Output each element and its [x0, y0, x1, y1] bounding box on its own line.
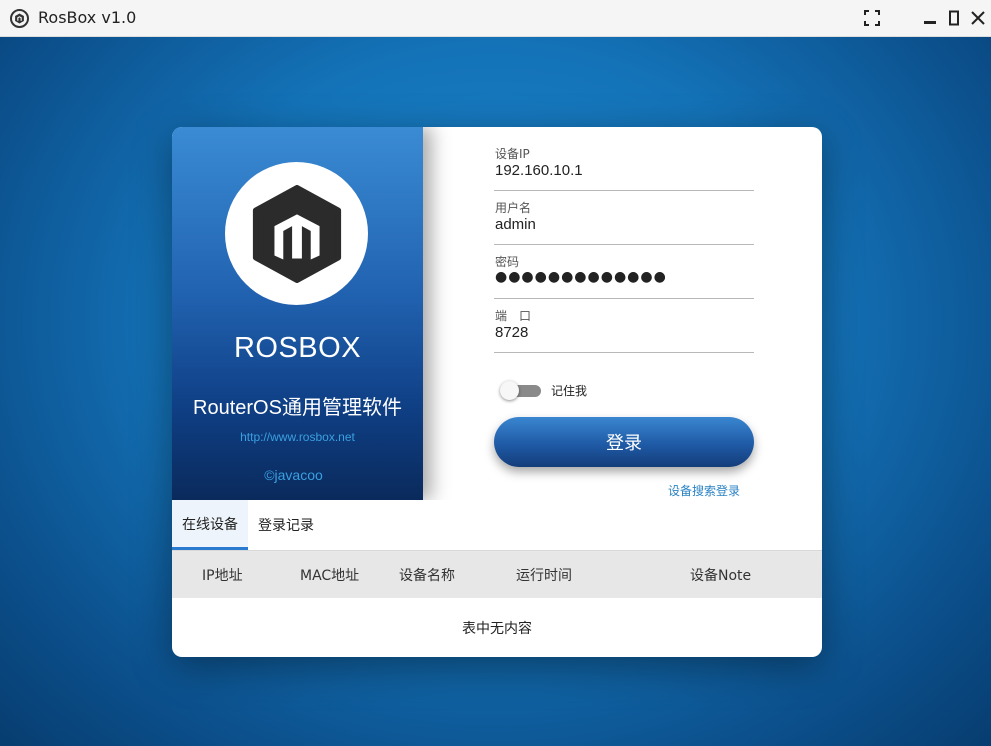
port-field[interactable]: 端 口 8728	[494, 307, 754, 353]
table-header: IP地址 MAC地址 设备名称 运行时间 设备Note	[172, 552, 822, 598]
mikrotik-logo-icon	[225, 162, 368, 305]
fullscreen-icon[interactable]	[862, 8, 882, 28]
brand-subtitle: RouterOS通用管理软件	[193, 397, 402, 419]
password-input[interactable]: ●●●●●●●●●●●●●	[495, 269, 667, 285]
tab-online-devices[interactable]: 在线设备	[172, 500, 248, 550]
brand-panel: ROSBOX RouterOS通用管理软件 http://www.rosbox.…	[172, 127, 423, 500]
password-field[interactable]: 密码 ●●●●●●●●●●●●●	[494, 253, 754, 299]
ip-field[interactable]: 设备IP 192.160.10.1	[494, 145, 754, 191]
column-uptime[interactable]: 运行时间	[516, 552, 572, 598]
ip-input[interactable]: 192.160.10.1	[495, 162, 583, 179]
column-ip[interactable]: IP地址	[202, 552, 243, 598]
brand-title: ROSBOX	[233, 332, 362, 364]
table-empty-message: 表中无内容	[462, 620, 532, 637]
username-field[interactable]: 用户名 admin	[494, 199, 754, 245]
port-input[interactable]: 8728	[495, 324, 528, 341]
author-credit: ©javacoo	[264, 467, 323, 483]
toggle-knob	[500, 381, 519, 400]
remember-label: 记住我	[551, 384, 588, 398]
close-icon[interactable]	[968, 8, 988, 28]
minimize-icon[interactable]	[920, 8, 940, 28]
remember-toggle[interactable]	[500, 381, 541, 400]
username-label: 用户名	[495, 201, 532, 215]
port-label: 端 口	[495, 309, 532, 323]
username-input[interactable]: admin	[495, 216, 536, 233]
window-title: RosBox v1.0	[38, 8, 137, 27]
title-bar: RosBox v1.0	[0, 0, 991, 37]
column-device-name[interactable]: 设备名称	[399, 552, 455, 598]
login-button[interactable]: 登录	[494, 417, 754, 467]
website-link[interactable]: http://www.rosbox.net	[172, 430, 423, 444]
search-login-link[interactable]: 设备搜索登录	[668, 482, 740, 499]
login-card: ROSBOX RouterOS通用管理软件 http://www.rosbox.…	[172, 127, 822, 657]
tab-login-history[interactable]: 登录记录	[248, 500, 324, 550]
ip-label: 设备IP	[495, 147, 530, 161]
rosbox-logo-icon	[10, 9, 29, 28]
column-mac[interactable]: MAC地址	[300, 552, 359, 598]
restore-icon[interactable]	[944, 8, 964, 28]
password-label: 密码	[495, 255, 520, 269]
column-device-note[interactable]: 设备Note	[690, 552, 751, 598]
tab-bar: 在线设备 登录记录	[172, 500, 822, 550]
